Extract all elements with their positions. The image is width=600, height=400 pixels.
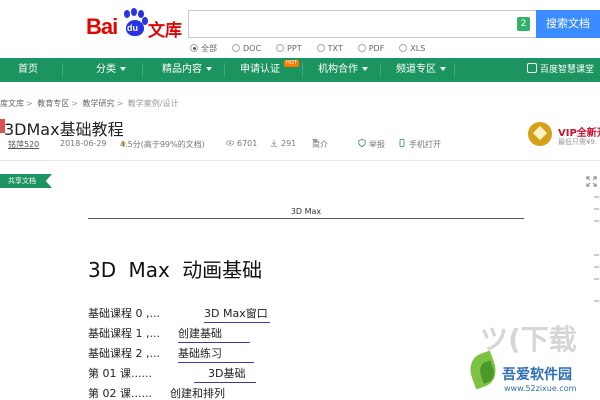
- toc-row: 基础课程 2 ,... 基础练习: [88, 345, 428, 365]
- radio-icon: [276, 44, 285, 52]
- expand-icon[interactable]: [586, 176, 597, 187]
- breadcrumb-current[interactable]: 教学案例/设计: [128, 99, 179, 108]
- logo-bai-text: Bai: [86, 14, 118, 39]
- nav-premium[interactable]: 精品内容: [162, 58, 212, 82]
- search-input[interactable]: 2: [188, 10, 536, 38]
- toc-row: 第 02 课...... 创建和排列: [88, 385, 428, 400]
- radio-icon: [357, 44, 366, 52]
- toc-link[interactable]: 基础练习: [178, 345, 254, 363]
- classroom-icon: [526, 63, 537, 73]
- eye-icon: [226, 140, 234, 146]
- nav-channels[interactable]: 频道专区: [396, 58, 446, 82]
- nav-smart-classroom[interactable]: 百度智慧课堂: [526, 58, 594, 82]
- document-heading: 3D Max 动画基础: [88, 258, 263, 282]
- toc-row: 基础课程 1 ,... 创建基础: [88, 325, 428, 345]
- toc-link[interactable]: 创建和排列: [170, 385, 270, 400]
- chevron-down-icon: [312, 139, 318, 143]
- filetype-txt[interactable]: TXT: [316, 41, 343, 55]
- site-watermark: ツ(下载 吾爱软件园 www.52zixue.com: [465, 318, 600, 400]
- upload-date: 2018-06-29: [60, 139, 107, 148]
- share-tag: 共享文档: [0, 174, 52, 188]
- breadcrumb-item[interactable]: 度文库: [0, 99, 24, 108]
- hot-badge: HOT: [284, 60, 299, 67]
- toc-link[interactable]: 3D基础: [194, 365, 256, 383]
- filetype-filter: 全部 DOC PPT TXT PDF XLS: [190, 41, 440, 55]
- toc-link[interactable]: 创建基础: [178, 325, 250, 343]
- open-on-mobile-button[interactable]: 手机打开: [398, 139, 441, 149]
- document-meta: 铭萍520 2018-06-29 ★ 4.5分(高于99%的文档) 6701 2…: [8, 139, 441, 150]
- page-scroll-indicator: [594, 196, 600, 306]
- chevron-down-icon: [120, 67, 126, 71]
- radio-icon: [399, 44, 408, 52]
- filetype-doc[interactable]: DOC: [232, 41, 261, 55]
- watermark-url: www.52zixue.com: [504, 384, 577, 393]
- toc-row: 基础课程 0 ,... 3D Max窗口: [88, 305, 428, 325]
- paw-icon: du: [122, 8, 148, 38]
- chevron-down-icon: [206, 67, 212, 71]
- baidu-wenku-logo[interactable]: Bai du 文库: [86, 6, 184, 42]
- downloads: 291: [270, 139, 296, 148]
- breadcrumb-item[interactable]: 教学研究: [83, 99, 115, 108]
- nav-home[interactable]: 首页: [18, 58, 38, 82]
- filetype-pdf[interactable]: PDF: [357, 41, 384, 55]
- filetype-all[interactable]: 全部: [190, 41, 217, 55]
- filetype-xls[interactable]: XLS: [399, 41, 425, 55]
- header-rule: [88, 218, 524, 219]
- page-running-header: 3D Max: [290, 207, 322, 216]
- vip-badge-icon: [528, 122, 552, 146]
- search-button[interactable]: 搜索文档: [536, 10, 600, 38]
- breadcrumb: 度文库 > 教育专区 > 教学研究 > 教学案例/设计: [0, 99, 179, 108]
- vip-promo[interactable]: VIP全新开 最低只需¥9.: [528, 120, 600, 150]
- logo-wenku-text: 文库: [148, 21, 182, 41]
- author-link[interactable]: 铭萍520: [8, 139, 39, 150]
- nav-certify[interactable]: 申请认证: [240, 58, 280, 82]
- phone-icon: [399, 139, 405, 147]
- page-title: 3DMax基础教程: [4, 120, 124, 139]
- chevron-down-icon: [440, 67, 446, 71]
- chevron-down-icon: [362, 67, 368, 71]
- radio-icon: [316, 44, 325, 52]
- table-of-contents: 基础课程 0 ,... 3D Max窗口 基础课程 1 ,... 创建基础 基础…: [88, 305, 428, 400]
- logo-du-text: du: [127, 23, 138, 33]
- vip-subtitle: 最低只需¥9.: [558, 138, 598, 146]
- nav-category[interactable]: 分类: [96, 58, 126, 82]
- views: 6701: [226, 139, 257, 148]
- search-count-badge: 2: [517, 17, 530, 31]
- divider: [0, 160, 600, 161]
- radio-icon: [190, 44, 198, 52]
- download-icon: [270, 139, 278, 147]
- watermark-big-text: ツ(下载: [480, 323, 577, 356]
- site-header: Bai du 文库 2 搜索文档 全部 DOC PPT TXT PDF XLS: [0, 0, 600, 58]
- breadcrumb-item[interactable]: 教育专区: [37, 99, 69, 108]
- shield-icon: [358, 139, 366, 147]
- toc-link[interactable]: 3D Max窗口: [204, 305, 270, 323]
- main-nav: 首页 分类 精品内容 申请认证 HOT 机构合作 频道专区 百度智慧课堂: [0, 58, 600, 82]
- radio-icon: [232, 44, 240, 52]
- filetype-ppt[interactable]: PPT: [276, 41, 302, 55]
- report-button[interactable]: 举报: [358, 139, 385, 149]
- toc-row: 第 01 课...... 3D基础: [88, 365, 428, 385]
- nav-partners[interactable]: 机构合作: [318, 58, 368, 82]
- watermark-name: 吾爱软件园: [502, 367, 572, 383]
